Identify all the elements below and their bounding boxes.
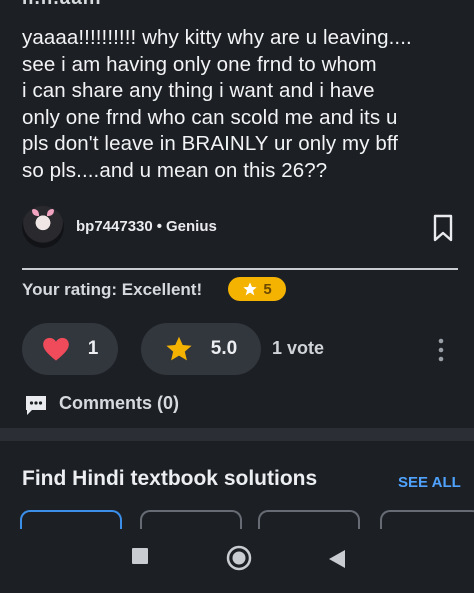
your-rating-label: Your rating: Excellent! bbox=[22, 280, 203, 299]
avatar-ears-decoration bbox=[32, 209, 54, 217]
rating-badge: 5 bbox=[228, 277, 286, 301]
more-vertical-icon[interactable] bbox=[436, 338, 446, 362]
answer-text: yaaaa!!!!!!!!!! why kitty why are u leav… bbox=[22, 25, 462, 184]
rating-badge-value: 5 bbox=[263, 280, 272, 298]
average-rating: 5.0 bbox=[210, 338, 238, 359]
answer-line: only one frnd who can scold me and its u bbox=[22, 105, 398, 129]
star-icon bbox=[166, 336, 192, 361]
answer-line: yaaaa!!!!!!!!!! why kitty why are u leav… bbox=[22, 26, 412, 49]
avatar[interactable] bbox=[22, 206, 64, 248]
section-separator bbox=[0, 428, 474, 441]
system-navigation-bar bbox=[0, 529, 474, 593]
answer-line: pls don't leave in BRAINLY ur only my bf… bbox=[22, 132, 399, 155]
thanks-button[interactable]: 1 bbox=[22, 323, 118, 375]
previous-text-cutoff: ıı.ıı.aaııı bbox=[22, 0, 102, 10]
answer-line: so pls....and u mean on this 26?? bbox=[22, 158, 328, 182]
author-info[interactable]: bp7447330 • Genius bbox=[76, 218, 217, 235]
author-rank: Genius bbox=[166, 218, 217, 235]
answer-line: i can share any thing i want and i have bbox=[22, 79, 375, 102]
divider bbox=[22, 268, 458, 270]
textbook-section-title: Find Hindi textbook solutions bbox=[22, 467, 318, 490]
comments-label: Comments (0) bbox=[59, 393, 180, 413]
author-username[interactable]: bp7447330 bbox=[76, 218, 153, 235]
rate-button[interactable]: 5.0 bbox=[141, 323, 261, 375]
star-icon bbox=[243, 282, 257, 296]
answer-line: see i am having only one frnd to whom bbox=[22, 52, 377, 76]
heart-icon bbox=[42, 337, 69, 361]
votes-count: 1 vote bbox=[272, 338, 325, 358]
separator-dot: • bbox=[156, 218, 162, 235]
author-row: bp7447330 • Genius bbox=[22, 206, 454, 250]
see-all-link[interactable]: SEE ALL bbox=[398, 474, 461, 491]
thanks-count: 1 bbox=[87, 338, 99, 359]
comment-icon bbox=[26, 396, 46, 415]
nav-recents-icon[interactable] bbox=[131, 547, 149, 570]
nav-home-icon[interactable] bbox=[226, 545, 252, 576]
bookmark-icon[interactable] bbox=[432, 214, 454, 242]
nav-back-icon[interactable] bbox=[328, 549, 346, 574]
